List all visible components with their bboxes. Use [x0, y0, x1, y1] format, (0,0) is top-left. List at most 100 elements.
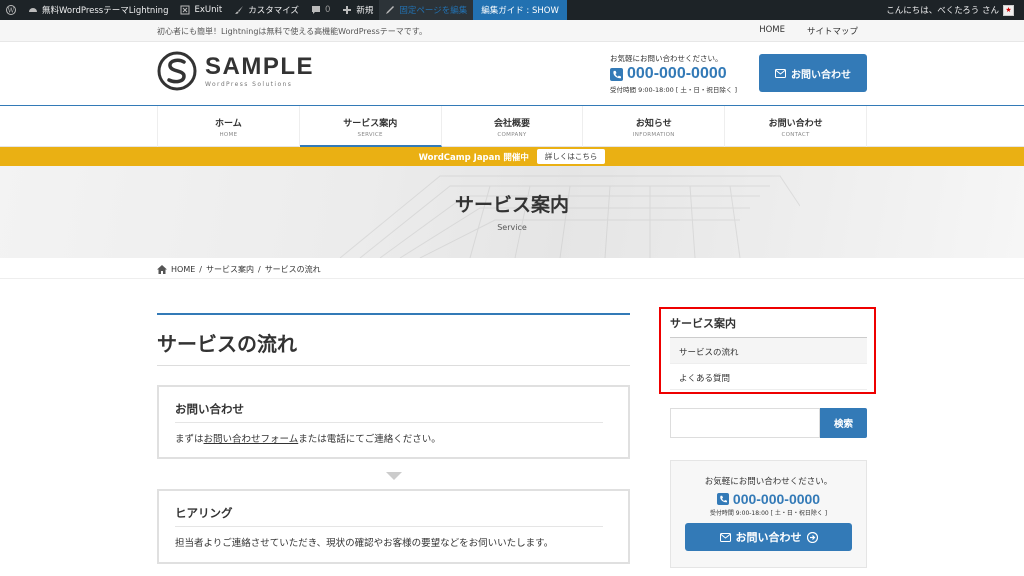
page-header-title: サービス案内 [454, 194, 569, 216]
sidebar-hours: 受付時間 9:00-18:00 [ 土・日・祝日除く ] [709, 510, 828, 517]
brush-icon [235, 6, 244, 14]
flow-step-title: お問い合わせ [175, 401, 603, 423]
customize-label: カスタマイズ [248, 6, 299, 16]
sidebar-tel[interactable]: 000-000-0000 [671, 491, 866, 507]
plus-icon [343, 6, 352, 14]
edit-guide-toggle[interactable]: 編集ガイド : SHOW [473, 0, 567, 20]
wordpress-icon: W [6, 5, 16, 15]
site-description: 初心者にも簡単！Lightningは無料で使える高機能WordPressテーマで… [157, 27, 427, 36]
header-contact-button-label: お問い合わせ [791, 69, 851, 81]
logo-mark-icon [157, 51, 197, 91]
breadcrumb-service[interactable]: サービス案内 [206, 264, 254, 275]
header-contact-button[interactable]: お問い合わせ [759, 54, 867, 92]
nav-label: お問い合わせ [768, 119, 823, 129]
top-link-home[interactable]: HOME [759, 25, 785, 37]
site-logo[interactable]: SAMPLE WordPress Solutions [157, 51, 314, 91]
comments-count: 0 [324, 5, 331, 15]
nav-label: サービス案内 [343, 119, 398, 129]
logo-title: SAMPLE [205, 52, 315, 80]
new-content-menu[interactable]: 新規 [336, 0, 379, 20]
search-input[interactable] [670, 408, 820, 438]
nav-sublabel: INFORMATION [632, 132, 675, 138]
global-nav: ホーム HOME サービス案内 SERVICE 会社概要 COMPANY お知ら… [0, 105, 1024, 147]
phone-icon [610, 67, 623, 81]
flow-step-text-before: まずは [175, 434, 204, 445]
sidebar-tel-number: 000-000-0000 [732, 491, 821, 507]
nav-item-information[interactable]: お知らせ INFORMATION [583, 106, 726, 147]
home-icon [157, 265, 167, 274]
comment-icon [311, 6, 320, 14]
dashboard-icon [29, 8, 37, 12]
site-header: SAMPLE WordPress Solutions お気軽にお問い合わせくださ… [0, 43, 1024, 105]
site-name-menu[interactable]: 無料WordPressテーマLightning [22, 0, 174, 20]
exunit-label: ExUnit [194, 5, 223, 15]
flow-step-card: お問い合わせ まずはお問い合わせフォームまたは電話にてご連絡ください。 [157, 385, 630, 459]
nav-sublabel: HOME [219, 132, 238, 138]
envelope-icon [775, 68, 786, 78]
highlight-box [659, 307, 876, 394]
nav-sublabel: CONTACT [781, 132, 810, 138]
nav-item-company[interactable]: 会社概要 COMPANY [442, 106, 584, 147]
breadcrumb-separator: / [199, 265, 202, 274]
top-links: HOME サイトマップ [759, 25, 858, 37]
top-link-sitemap[interactable]: サイトマップ [807, 25, 858, 37]
wordpress-logo-menu[interactable]: W [0, 0, 22, 20]
notice-bar: WordCamp Japan 開催中 詳しくはこちら [0, 147, 1024, 166]
pencil-icon [386, 6, 395, 14]
phone-icon [716, 493, 729, 505]
breadcrumb: HOME / サービス案内 / サービスの流れ [157, 264, 321, 275]
avatar: ★ [1003, 4, 1014, 16]
sidebar-contact-message: お気軽にお問い合わせください。 [704, 477, 833, 487]
new-label: 新規 [356, 6, 374, 16]
header-hours: 受付時間 9:00-18:00 [ 土・日・祝日除く ] [610, 86, 738, 94]
notice-details-button[interactable]: 詳しくはこちら [536, 149, 606, 164]
nav-label: お知らせ [635, 119, 672, 129]
nav-sublabel: COMPANY [497, 132, 527, 138]
edit-guide-label: 編集ガイド : SHOW [481, 6, 559, 16]
notice-text: WordCamp Japan 開催中 [418, 152, 529, 163]
flow-step-text: 担当者よりご連絡させていただき、現状の確認やお客様の要望などをお伺いいたします。 [175, 538, 554, 549]
page-header: サービス案内 Service [0, 166, 1024, 258]
page-header-subtitle: Service [497, 223, 527, 232]
breadcrumb-divider [0, 278, 1024, 279]
flow-step-text: まずはお問い合わせフォームまたは電話にてご連絡ください。 [175, 431, 612, 445]
exunit-icon [180, 5, 190, 15]
svg-text:W: W [8, 7, 15, 15]
flow-step-text-after: または電話にてご連絡ください。 [298, 434, 441, 445]
flow-step-card: ヒアリング 担当者よりご連絡させていただき、現状の確認やお客様の要望などをお伺い… [157, 489, 630, 564]
arrow-circle-right-icon [806, 531, 818, 543]
contact-form-link[interactable]: お問い合わせフォーム [204, 434, 299, 445]
nav-sublabel: SERVICE [357, 132, 383, 138]
flow-arrow-icon [386, 472, 402, 480]
header-contact: お気軽にお問い合わせください。 000-000-0000 受付時間 9:00-1… [610, 53, 737, 94]
my-account-menu[interactable]: こんにちは、べくたろう さん ★ [886, 4, 1024, 16]
greeting: こんにちは、べくたろう さん [886, 6, 999, 16]
nav-item-service[interactable]: サービス案内 SERVICE [299, 106, 442, 147]
site-name: 無料WordPressテーマLightning [42, 6, 169, 16]
nav-label: ホーム [215, 119, 242, 129]
header-tel[interactable]: 000-000-0000 [610, 65, 737, 83]
sidebar-search: 検索 [670, 408, 867, 438]
customize-menu[interactable]: カスタマイズ [228, 0, 305, 20]
sidebar-contact-widget: お気軽にお問い合わせください。 000-000-0000 受付時間 9:00-1… [670, 460, 867, 568]
logo-subtitle: WordPress Solutions [205, 80, 293, 88]
site-header-top: 初心者にも簡単！Lightningは無料で使える高機能WordPressテーマで… [0, 20, 1024, 42]
breadcrumb-separator: / [257, 265, 261, 274]
envelope-icon [719, 532, 731, 542]
admin-bar: W 無料WordPressテーマLightning ExUnit カスタマイズ … [0, 0, 1024, 20]
entry-header: サービスの流れ [157, 313, 630, 366]
edit-page-menu[interactable]: 固定ページを編集 [379, 0, 474, 20]
header-contact-message: お気軽にお問い合わせください。 [610, 54, 723, 63]
nav-label: 会社概要 [493, 119, 530, 129]
nav-item-contact[interactable]: お問い合わせ CONTACT [725, 106, 867, 147]
breadcrumb-home[interactable]: HOME [171, 265, 195, 274]
nav-item-home[interactable]: ホーム HOME [158, 106, 300, 147]
search-button[interactable]: 検索 [820, 408, 867, 438]
comments-menu[interactable]: 0 [305, 0, 336, 20]
breadcrumb-current: サービスの流れ [264, 265, 321, 274]
page-title: サービスの流れ [157, 332, 297, 356]
header-tel-number: 000-000-0000 [627, 65, 727, 82]
edit-page-label: 固定ページを編集 [399, 6, 468, 16]
sidebar-contact-button[interactable]: お問い合わせ [685, 523, 852, 551]
exunit-menu[interactable]: ExUnit [174, 0, 228, 20]
